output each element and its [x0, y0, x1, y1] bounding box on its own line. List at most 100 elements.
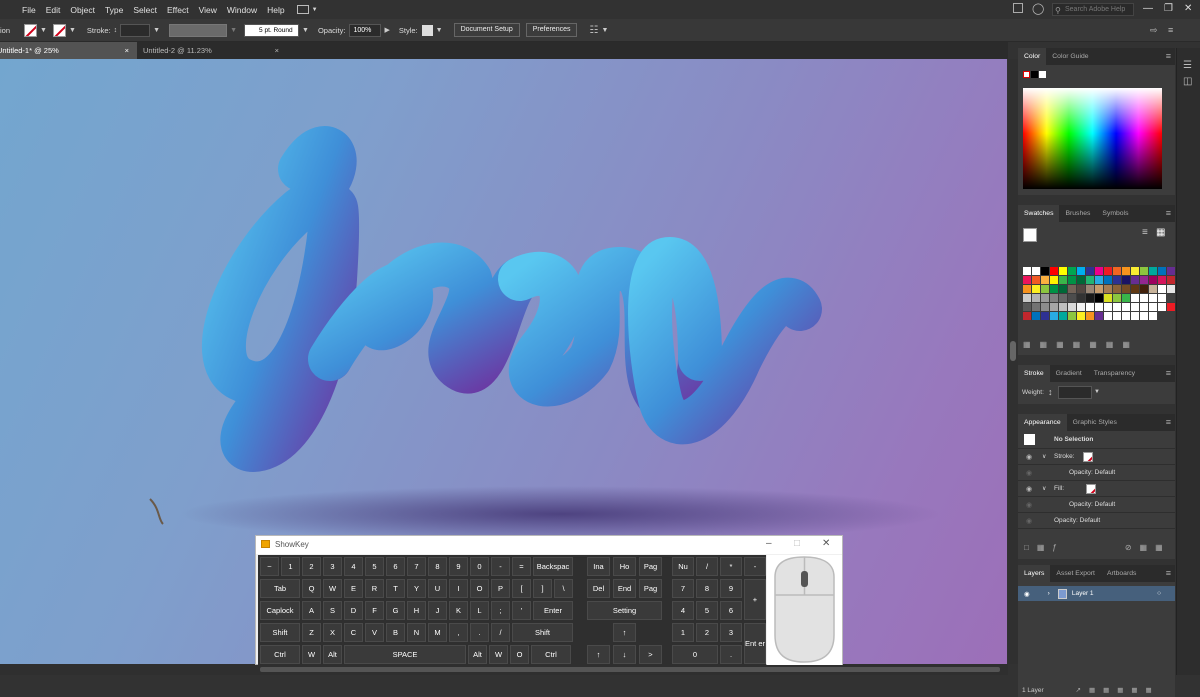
swatch[interactable] [1068, 267, 1076, 275]
swatch[interactable] [1041, 276, 1049, 284]
swatch[interactable] [1131, 303, 1139, 311]
swatch[interactable] [1050, 267, 1058, 275]
swatch[interactable] [1158, 276, 1166, 284]
align-icon[interactable]: ☷ [589, 25, 598, 36]
swatch[interactable] [1086, 303, 1094, 311]
swatch[interactable] [1167, 267, 1175, 275]
tab-appearance[interactable]: Appearance [1018, 414, 1067, 431]
swatch[interactable] [1131, 276, 1139, 284]
workspace-switcher[interactable]: ▼ [296, 4, 323, 16]
chevron-down-icon[interactable]: ▼ [40, 27, 47, 34]
swatch[interactable] [1113, 312, 1121, 320]
eye-icon[interactable]: ◉ [1026, 501, 1032, 509]
appearance-fill-opacity-row[interactable]: ◉ Opacity: Default [1018, 497, 1175, 513]
layer-row-layer-1[interactable]: ◉ › Layer 1 ○ [1018, 586, 1175, 601]
swatch[interactable] [1122, 312, 1130, 320]
swatch[interactable] [1041, 312, 1049, 320]
brush-field[interactable]: 5 pt. Round [244, 23, 300, 37]
swatch[interactable] [1104, 294, 1112, 302]
swatch[interactable] [1023, 303, 1031, 311]
swatch[interactable] [1095, 312, 1103, 320]
swatch[interactable] [1104, 276, 1112, 284]
tab-asset-export[interactable]: Asset Export [1050, 565, 1101, 582]
swatch[interactable] [1104, 285, 1112, 293]
swatch[interactable] [1023, 267, 1031, 275]
white-swatch[interactable] [1039, 71, 1046, 78]
swatch[interactable] [1158, 267, 1166, 275]
swatch[interactable] [1032, 312, 1040, 320]
stepper-icon[interactable]: ↕ [1048, 387, 1053, 397]
swatch[interactable] [1167, 276, 1175, 284]
swatch[interactable] [1158, 303, 1166, 311]
appearance-opacity-row[interactable]: ◉ Opacity: Default [1018, 513, 1175, 529]
swatch[interactable] [1077, 267, 1085, 275]
tab-symbols[interactable]: Symbols [1096, 205, 1134, 222]
chevron-down-icon[interactable]: ▼ [436, 27, 443, 34]
grid-view-icon[interactable]: ▦ [1156, 227, 1165, 238]
swatch[interactable] [1140, 267, 1148, 275]
chevron-down-icon[interactable]: ▼ [69, 27, 76, 34]
swatch[interactable] [1113, 267, 1121, 275]
chevron-down-icon[interactable]: ▼ [230, 27, 237, 34]
preferences-button[interactable]: Preferences [525, 23, 578, 37]
close-button[interactable]: ✕ [1184, 3, 1192, 14]
swatch[interactable] [1122, 285, 1130, 293]
chevron-down-icon[interactable]: ∨ [1042, 453, 1046, 460]
swatch[interactable] [1122, 276, 1130, 284]
swatch[interactable] [1023, 312, 1031, 320]
menu-item-object[interactable]: Object [70, 5, 95, 15]
arrange-icon[interactable]: ⇨ [1150, 25, 1158, 36]
libraries-icon[interactable]: ◫ [1183, 76, 1192, 87]
menu-item-type[interactable]: Type [105, 5, 123, 15]
swatch[interactable] [1149, 267, 1157, 275]
swatch[interactable] [1077, 303, 1085, 311]
menu-item-edit[interactable]: Edit [46, 5, 61, 15]
close-icon[interactable]: × [125, 42, 129, 59]
swatch[interactable] [1041, 303, 1049, 311]
eye-icon[interactable]: ◉ [1026, 517, 1032, 525]
swatch[interactable] [1158, 294, 1166, 302]
chevron-down-icon[interactable]: ▼ [153, 27, 160, 34]
panel-menu-icon[interactable]: ≡ [1166, 51, 1171, 61]
panel-menu-icon[interactable]: ≡ [1166, 417, 1171, 427]
swatch[interactable] [1041, 294, 1049, 302]
menu-item-window[interactable]: Window [227, 5, 257, 15]
swatch[interactable] [1167, 285, 1175, 293]
fill-swatch[interactable] [24, 23, 38, 37]
swatch[interactable] [1113, 303, 1121, 311]
swatch[interactable] [1032, 276, 1040, 284]
swatch[interactable] [1059, 285, 1067, 293]
swatch[interactable] [1086, 285, 1094, 293]
eye-icon[interactable]: ◉ [1024, 590, 1030, 598]
close-icon[interactable]: × [275, 42, 279, 59]
swatch[interactable] [1131, 285, 1139, 293]
swatch[interactable] [1059, 276, 1067, 284]
swatch[interactable] [1032, 267, 1040, 275]
tab-swatches[interactable]: Swatches [1018, 205, 1060, 222]
panel-menu-icon[interactable]: ≡ [1166, 568, 1171, 578]
arrange-documents-icon[interactable] [1013, 3, 1023, 13]
swatch[interactable] [1023, 285, 1031, 293]
tab-transparency[interactable]: Transparency [1088, 365, 1141, 382]
scroll-thumb[interactable] [1010, 341, 1016, 361]
swatch[interactable] [1095, 303, 1103, 311]
tab-layers[interactable]: Layers [1018, 565, 1051, 582]
swatch[interactable] [1086, 312, 1094, 320]
swatch[interactable] [1059, 312, 1067, 320]
panel-menu-icon[interactable]: ≡ [1166, 208, 1171, 218]
swatch[interactable] [1095, 267, 1103, 275]
swatch[interactable] [1068, 312, 1076, 320]
swatch[interactable] [1140, 312, 1148, 320]
swatch[interactable] [1077, 276, 1085, 284]
swatch[interactable] [1167, 303, 1175, 311]
tab-artboards[interactable]: Artboards [1101, 565, 1142, 582]
eye-icon[interactable]: ◉ [1026, 469, 1032, 477]
tab-color-guide[interactable]: Color Guide [1046, 48, 1094, 65]
swatch[interactable] [1140, 276, 1148, 284]
swatch[interactable] [1122, 294, 1130, 302]
target-icon[interactable]: ○ [1157, 590, 1161, 597]
swatch[interactable] [1059, 303, 1067, 311]
scroll-thumb[interactable] [260, 667, 1000, 672]
lightbulb-icon[interactable]: ◯ [1032, 2, 1044, 15]
swatch[interactable] [1077, 312, 1085, 320]
